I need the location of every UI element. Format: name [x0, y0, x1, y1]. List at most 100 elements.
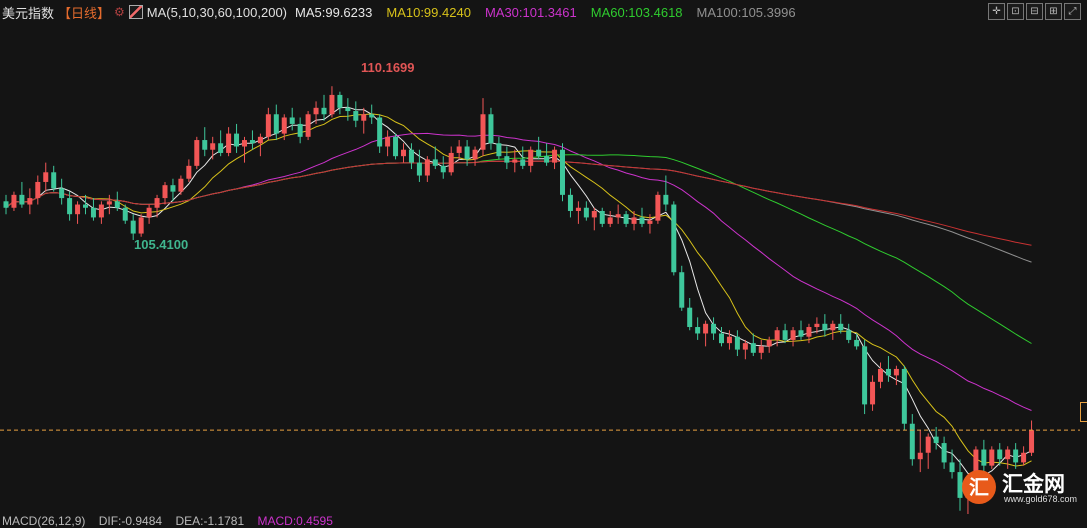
candle-body: [925, 436, 931, 453]
candle-body: [345, 107, 351, 112]
moving-average-icon[interactable]: [128, 5, 143, 19]
candle: [393, 133, 399, 160]
candle-body: [305, 114, 311, 137]
ma-line-10: [5, 113, 1032, 467]
candle-body: [210, 143, 216, 150]
candle: [313, 101, 319, 124]
candle: [210, 136, 216, 160]
candle-body: [186, 165, 192, 179]
candle-body: [90, 207, 96, 218]
candle-body: [806, 327, 812, 337]
candle-body: [19, 194, 25, 205]
period-selector[interactable]: 【日线】: [58, 3, 110, 22]
candle: [766, 336, 772, 353]
candle-body: [194, 140, 200, 166]
candle-body: [401, 149, 406, 157]
zoom-out-icon[interactable]: ⊟: [1026, 3, 1043, 20]
candle-body: [456, 146, 462, 153]
candle: [854, 333, 860, 350]
candle-body: [242, 140, 247, 147]
candle: [345, 98, 351, 121]
candle: [679, 265, 685, 311]
candle-body: [353, 111, 359, 121]
candle: [742, 339, 748, 360]
candle-body: [949, 462, 955, 473]
zoom-in-icon[interactable]: ⊞: [1045, 3, 1062, 20]
candle: [758, 339, 764, 360]
candle-body: [560, 149, 565, 195]
candle: [448, 146, 454, 176]
candle-body: [854, 339, 860, 347]
logo-badge-icon: 汇: [962, 470, 996, 504]
macd-panel-header: MACD(26,12,9) DIF:-0.9484 DEA:-1.1781 MA…: [2, 514, 343, 528]
candle: [202, 127, 208, 157]
candle-body: [416, 162, 422, 176]
candle: [822, 314, 828, 337]
candle-body: [297, 123, 303, 137]
candle: [893, 365, 899, 386]
candle: [917, 430, 923, 473]
candle: [901, 365, 907, 431]
candle-body: [893, 368, 899, 376]
candle-body: [607, 217, 613, 224]
candle: [75, 201, 81, 224]
candle: [949, 449, 955, 479]
ma-value-2: MA30:101.3461: [484, 4, 577, 20]
candle: [909, 414, 915, 466]
candle-body: [814, 323, 820, 328]
candle: [885, 356, 891, 382]
fit-icon[interactable]: ⊡: [1007, 3, 1024, 20]
candle-body: [369, 114, 375, 118]
candle: [528, 146, 534, 173]
candle-body: [726, 336, 732, 344]
candle-body: [178, 178, 184, 192]
candle: [1013, 443, 1019, 469]
macd-params[interactable]: MACD(26,12,9): [2, 514, 85, 528]
candle-body: [742, 343, 748, 350]
candle-body: [170, 185, 176, 192]
candle-body: [536, 149, 542, 157]
candle-body: [687, 307, 693, 328]
candle: [695, 317, 701, 340]
ma-values: MA5:99.6233 MA10:99.4240 MA30:101.3461 MA60…: [295, 5, 810, 20]
candle: [242, 136, 247, 163]
last-price-marker: [1080, 402, 1087, 422]
candle-body: [432, 159, 438, 166]
candle-body: [448, 152, 454, 173]
candle-body: [695, 327, 701, 334]
gear-icon[interactable]: ⚙: [114, 5, 125, 19]
candle-body: [43, 172, 49, 182]
ma-value-1: MA10:99.4240: [386, 4, 471, 20]
candle: [35, 175, 41, 205]
candle: [750, 333, 756, 357]
candle-body: [575, 207, 581, 211]
candle: [98, 201, 104, 224]
candle: [583, 201, 589, 221]
candlestick-chart[interactable]: [0, 24, 1087, 514]
candle-body: [11, 194, 17, 208]
candle: [925, 433, 931, 469]
candle-body: [51, 172, 57, 189]
gold678-logo: 汇 汇金网 www.gold678.com: [962, 466, 1082, 508]
candle: [265, 107, 271, 141]
ma-params[interactable]: MA(5,10,30,60,100,200): [147, 5, 287, 20]
crosshair-icon[interactable]: ✛: [988, 3, 1005, 20]
candle-body: [838, 323, 844, 331]
low-price-label: 105.4100: [134, 237, 189, 252]
candle-body: [218, 143, 224, 153]
candle: [456, 140, 462, 160]
candle-body: [885, 368, 891, 376]
candle-body: [997, 449, 1003, 460]
candle: [496, 136, 502, 160]
candle-body: [798, 330, 804, 337]
candle-body: [989, 449, 995, 466]
expand-icon[interactable]: ⤢: [1064, 3, 1081, 20]
candle: [59, 178, 65, 205]
candle: [226, 127, 232, 157]
candle: [162, 181, 168, 205]
candle: [27, 188, 33, 215]
candle: [194, 136, 200, 170]
candle-body: [337, 94, 343, 108]
candle-body: [552, 149, 558, 163]
candle-body: [75, 204, 81, 215]
